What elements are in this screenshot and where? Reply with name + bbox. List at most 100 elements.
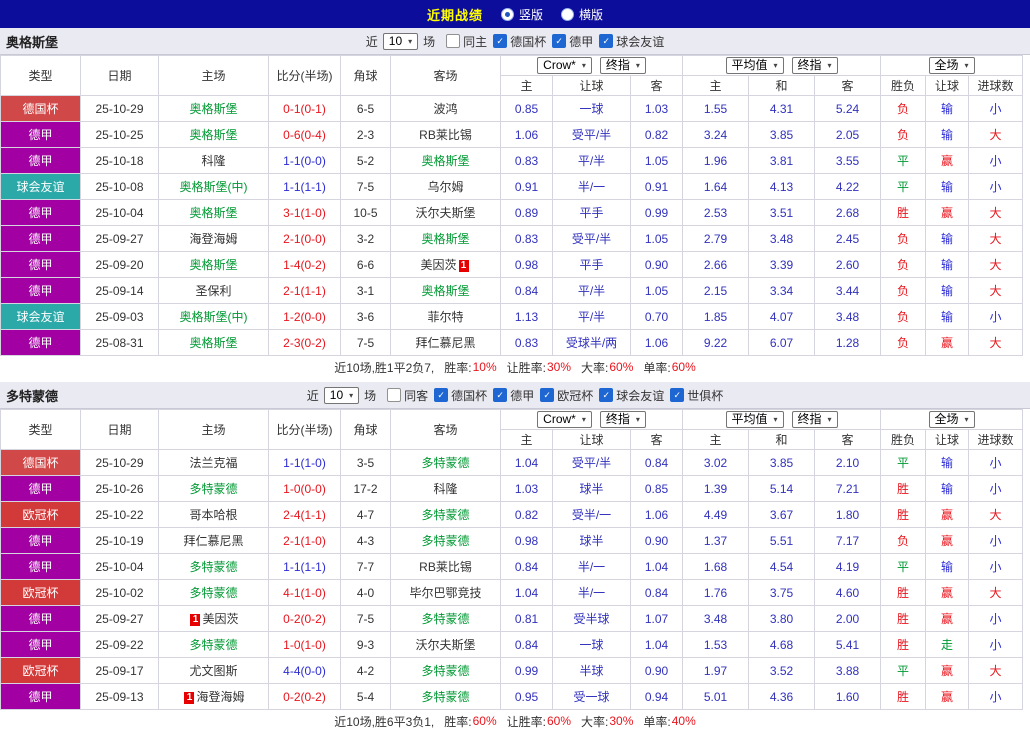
away-team-cell[interactable]: 奥格斯堡 [390, 277, 501, 304]
checkbox-checked-icon[interactable]: ✓ [599, 388, 614, 402]
team-name-text: 海登海姆 [196, 690, 245, 704]
match-date: 25-09-27 [80, 225, 159, 252]
home-team-cell[interactable]: 尤文图斯 [158, 657, 269, 684]
filter-option-德甲[interactable]: ✓ 德甲 [552, 33, 593, 50]
full-match-select[interactable]: 全场 ▾ [928, 411, 975, 428]
filter-option-德国杯[interactable]: ✓ 德国杯 [493, 33, 546, 50]
col-header-away: 客场 [390, 409, 501, 450]
away-team-cell[interactable]: 美因茨 1 [390, 251, 501, 278]
corner-count: 4-0 [340, 579, 391, 606]
away-team-cell[interactable]: 多特蒙德 [390, 501, 501, 528]
away-team-cell[interactable]: RB莱比锡 [390, 121, 501, 148]
home-team-cell[interactable]: 海登海姆 [158, 225, 269, 252]
home-team-cell[interactable]: 奥格斯堡 [158, 199, 269, 226]
away-team-cell[interactable]: 奥格斯堡 [390, 147, 501, 174]
home-team-cell[interactable]: 1 美因茨 [158, 605, 269, 632]
red-card-badge: 1 [184, 692, 195, 704]
final-index-select-2[interactable]: 终指 ▾ [791, 57, 838, 74]
handicap-odds-value: 受一球 [552, 683, 631, 710]
match-count-select[interactable]: 10 ▾ [382, 32, 419, 50]
home-team-cell[interactable]: 奥格斯堡(中) [158, 173, 269, 200]
sub-header-handicap: 让球 [552, 75, 631, 96]
away-team-cell[interactable]: 多特蒙德 [390, 527, 501, 554]
final-index-select[interactable]: 终指 ▾ [599, 57, 646, 74]
full-match-select[interactable]: 全场 ▾ [928, 57, 975, 74]
away-team-cell[interactable]: 多特蒙德 [390, 605, 501, 632]
home-team-cell[interactable]: 奥格斯堡 [158, 95, 269, 122]
filter-option-德国杯[interactable]: ✓ 德国杯 [434, 387, 487, 404]
result-value: 输 [925, 225, 970, 252]
average-select[interactable]: 平均值 ▾ [725, 411, 784, 428]
checkbox-checked-icon[interactable]: ✓ [493, 34, 508, 48]
final-index-select[interactable]: 终指 ▾ [599, 411, 646, 428]
filter-option-同主[interactable]: 同主 [446, 33, 487, 50]
result-value: 大 [968, 501, 1024, 528]
chevron-down-icon: ▾ [349, 390, 354, 400]
filter-option-球会友谊[interactable]: ✓ 球会友谊 [599, 33, 664, 50]
away-team-cell[interactable]: 波鸿 [390, 95, 501, 122]
away-team-cell[interactable]: RB莱比锡 [390, 553, 501, 580]
filter-option-球会友谊[interactable]: ✓ 球会友谊 [599, 387, 664, 404]
away-team-cell[interactable]: 毕尔巴鄂竞技 [390, 579, 501, 606]
home-team-cell[interactable]: 哥本哈根 [158, 501, 269, 528]
home-team-cell[interactable]: 1 海登海姆 [158, 683, 269, 710]
home-team-cell[interactable]: 奥格斯堡 [158, 251, 269, 278]
average-odds-value: 4.54 [748, 553, 816, 580]
home-team-cell[interactable]: 多特蒙德 [158, 553, 269, 580]
away-team-cell[interactable]: 多特蒙德 [390, 449, 501, 476]
checkbox-checked-icon[interactable]: ✓ [434, 388, 449, 402]
checkbox-checked-icon[interactable]: ✓ [493, 388, 508, 402]
team-name-text: 圣保利 [195, 284, 232, 298]
match-count-select[interactable]: 10 ▾ [323, 386, 360, 404]
final-index-select-2[interactable]: 终指 ▾ [791, 411, 838, 428]
bookmaker-select[interactable]: Crow* ▾ [537, 411, 592, 428]
filter-option-世俱杯[interactable]: ✓ 世俱杯 [670, 387, 723, 404]
bookmaker-select[interactable]: Crow* ▾ [537, 57, 592, 74]
average-odds-value: 3.88 [814, 657, 882, 684]
checkbox-checked-icon[interactable]: ✓ [540, 388, 555, 402]
checkbox-checked-icon[interactable]: ✓ [552, 34, 567, 48]
result-value: 大 [968, 199, 1024, 226]
home-team-cell[interactable]: 科隆 [158, 147, 269, 174]
away-team-cell[interactable]: 沃尔夫斯堡 [390, 199, 501, 226]
handicap-odds-value: 0.83 [500, 225, 553, 252]
radio-selected-icon[interactable] [500, 7, 514, 21]
home-team-cell[interactable]: 多特蒙德 [158, 579, 269, 606]
filter-option-德甲[interactable]: ✓ 德甲 [493, 387, 534, 404]
filter-option-欧冠杯[interactable]: ✓ 欧冠杯 [540, 387, 593, 404]
home-team-cell[interactable]: 多特蒙德 [158, 475, 269, 502]
result-value: 胜 [880, 631, 927, 658]
home-team-cell[interactable]: 圣保利 [158, 277, 269, 304]
checkbox-checked-icon[interactable]: ✓ [670, 388, 685, 402]
away-team-cell[interactable]: 奥格斯堡 [390, 225, 501, 252]
away-team-cell[interactable]: 多特蒙德 [390, 657, 501, 684]
away-team-cell[interactable]: 沃尔夫斯堡 [390, 631, 501, 658]
team-name-text: 毕尔巴鄂竞技 [409, 586, 482, 600]
home-team-cell[interactable]: 拜仁慕尼黑 [158, 527, 269, 554]
home-team-cell[interactable]: 奥格斯堡 [158, 329, 269, 356]
layout-radio-horizontal[interactable]: 横版 [561, 6, 603, 23]
home-team-cell[interactable]: 法兰克福 [158, 449, 269, 476]
home-team-cell[interactable]: 奥格斯堡(中) [158, 303, 269, 330]
home-team-cell[interactable]: 奥格斯堡 [158, 121, 269, 148]
radio-horizontal-label: 横版 [579, 7, 604, 22]
match-row: 球会友谊 25-09-03 奥格斯堡(中) 1-2(0-0) 3-6 菲尔特 1.13 平/半… [0, 303, 1024, 330]
away-team-cell[interactable]: 拜仁慕尼黑 [390, 329, 501, 356]
checkbox-checked-icon[interactable]: ✓ [599, 34, 614, 48]
radio-unselected-icon[interactable] [561, 7, 574, 21]
checkbox-unchecked-icon[interactable] [387, 388, 402, 402]
away-team-cell[interactable]: 菲尔特 [390, 303, 501, 330]
home-team-cell[interactable]: 多特蒙德 [158, 631, 269, 658]
result-value: 赢 [925, 199, 970, 226]
checkbox-unchecked-icon[interactable] [446, 34, 461, 48]
away-team-cell[interactable]: 乌尔姆 [390, 173, 501, 200]
away-team-cell[interactable]: 多特蒙德 [390, 683, 501, 710]
match-date: 25-10-29 [80, 449, 159, 476]
layout-radio-vertical[interactable]: 竖版 [500, 6, 543, 23]
filter-option-同客[interactable]: 同客 [387, 387, 428, 404]
away-team-cell[interactable]: 科隆 [390, 475, 501, 502]
result-value: 大 [968, 277, 1024, 304]
average-select[interactable]: 平均值 ▾ [725, 57, 784, 74]
team-name-text: 奥格斯堡 [421, 154, 470, 168]
average-odds-value: 4.60 [814, 579, 882, 606]
